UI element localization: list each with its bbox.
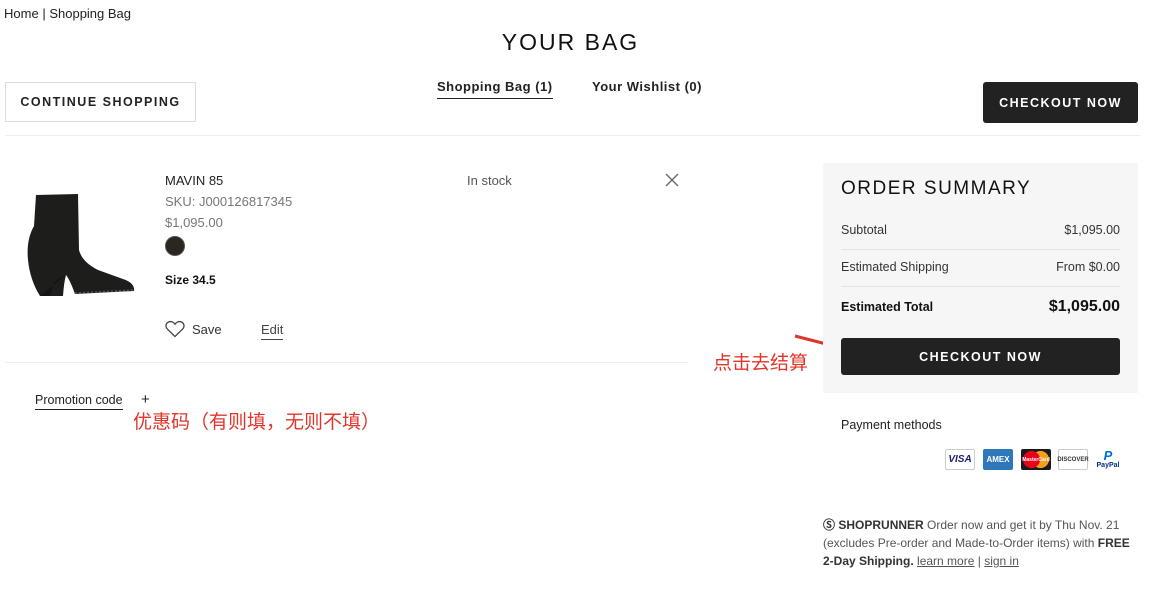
shoprunner-banner: Ⓢ SHOPRUNNER Order now and get it by Thu… <box>823 516 1143 570</box>
breadcrumb: Home | Shopping Bag <box>4 6 131 21</box>
amex-icon: AMEX <box>983 449 1013 470</box>
save-label: Save <box>192 321 222 337</box>
subtotal-row: Subtotal $1,095.00 <box>841 223 1120 237</box>
shipping-label: Estimated Shipping <box>841 260 949 274</box>
plus-icon[interactable]: + <box>141 391 150 408</box>
tab-shopping-bag[interactable]: Shopping Bag (1) <box>437 79 553 99</box>
total-label: Estimated Total <box>841 300 934 314</box>
breadcrumb-home-link[interactable]: Home <box>4 6 39 21</box>
page-title: YOUR BAG <box>501 29 640 55</box>
order-summary-title: ORDER SUMMARY <box>841 178 1032 199</box>
boot-image <box>27 194 135 296</box>
shoprunner-icon: Ⓢ <box>823 518 836 532</box>
product-sku: SKU: J000126817345 <box>165 194 293 209</box>
item-divider <box>5 362 688 363</box>
total-value: $1,095.00 <box>1048 298 1120 315</box>
stock-status: In stock <box>467 173 512 188</box>
product-price: $1,095.00 <box>165 215 223 230</box>
promotion-code-toggle[interactable]: Promotion code <box>35 393 123 410</box>
remove-item-button[interactable] <box>663 171 681 189</box>
product-image[interactable] <box>20 190 140 300</box>
checkout-now-top-button[interactable]: CHECKOUT NOW <box>983 82 1138 123</box>
payment-methods-title: Payment methods <box>841 418 942 432</box>
shipping-value: From $0.00 <box>1056 260 1120 274</box>
save-button[interactable]: Save <box>165 320 222 338</box>
shoprunner-brand: SHOPRUNNER <box>838 518 924 532</box>
subtotal-label: Subtotal <box>841 223 887 237</box>
annotation-promo-note: 优惠码（有则填，无则不填） <box>133 412 381 433</box>
product-size: Size 34.5 <box>165 273 216 287</box>
summary-divider <box>841 249 1120 250</box>
color-swatch <box>165 236 185 256</box>
shoprunner-separator: | <box>977 554 981 568</box>
tab-wishlist[interactable]: Your Wishlist (0) <box>592 79 702 98</box>
shoprunner-sign-in-link[interactable]: sign in <box>984 554 1019 568</box>
breadcrumb-separator: | <box>42 6 46 21</box>
discover-icon: DISCOVER <box>1057 449 1089 470</box>
close-icon <box>665 173 679 187</box>
mastercard-icon: MasterCard <box>1021 449 1051 470</box>
header-divider <box>5 135 1140 136</box>
edit-link[interactable]: Edit <box>261 322 284 340</box>
paypal-label: PayPal <box>1096 461 1120 469</box>
shipping-row: Estimated Shipping From $0.00 <box>841 260 1120 274</box>
continue-shopping-button[interactable]: CONTINUE SHOPPING <box>5 82 196 122</box>
product-name[interactable]: MAVIN 85 <box>165 173 223 188</box>
subtotal-value: $1,095.00 <box>1064 223 1120 237</box>
summary-divider <box>841 286 1120 287</box>
checkout-now-summary-button[interactable]: CHECKOUT NOW <box>841 338 1120 375</box>
total-row: Estimated Total $1,095.00 <box>841 298 1120 316</box>
breadcrumb-current: Shopping Bag <box>49 6 132 21</box>
heart-icon <box>165 320 185 338</box>
shoprunner-learn-more-link[interactable]: learn more <box>917 554 974 568</box>
paypal-icon: P PayPal <box>1096 447 1120 471</box>
visa-icon: VISA <box>945 449 975 470</box>
